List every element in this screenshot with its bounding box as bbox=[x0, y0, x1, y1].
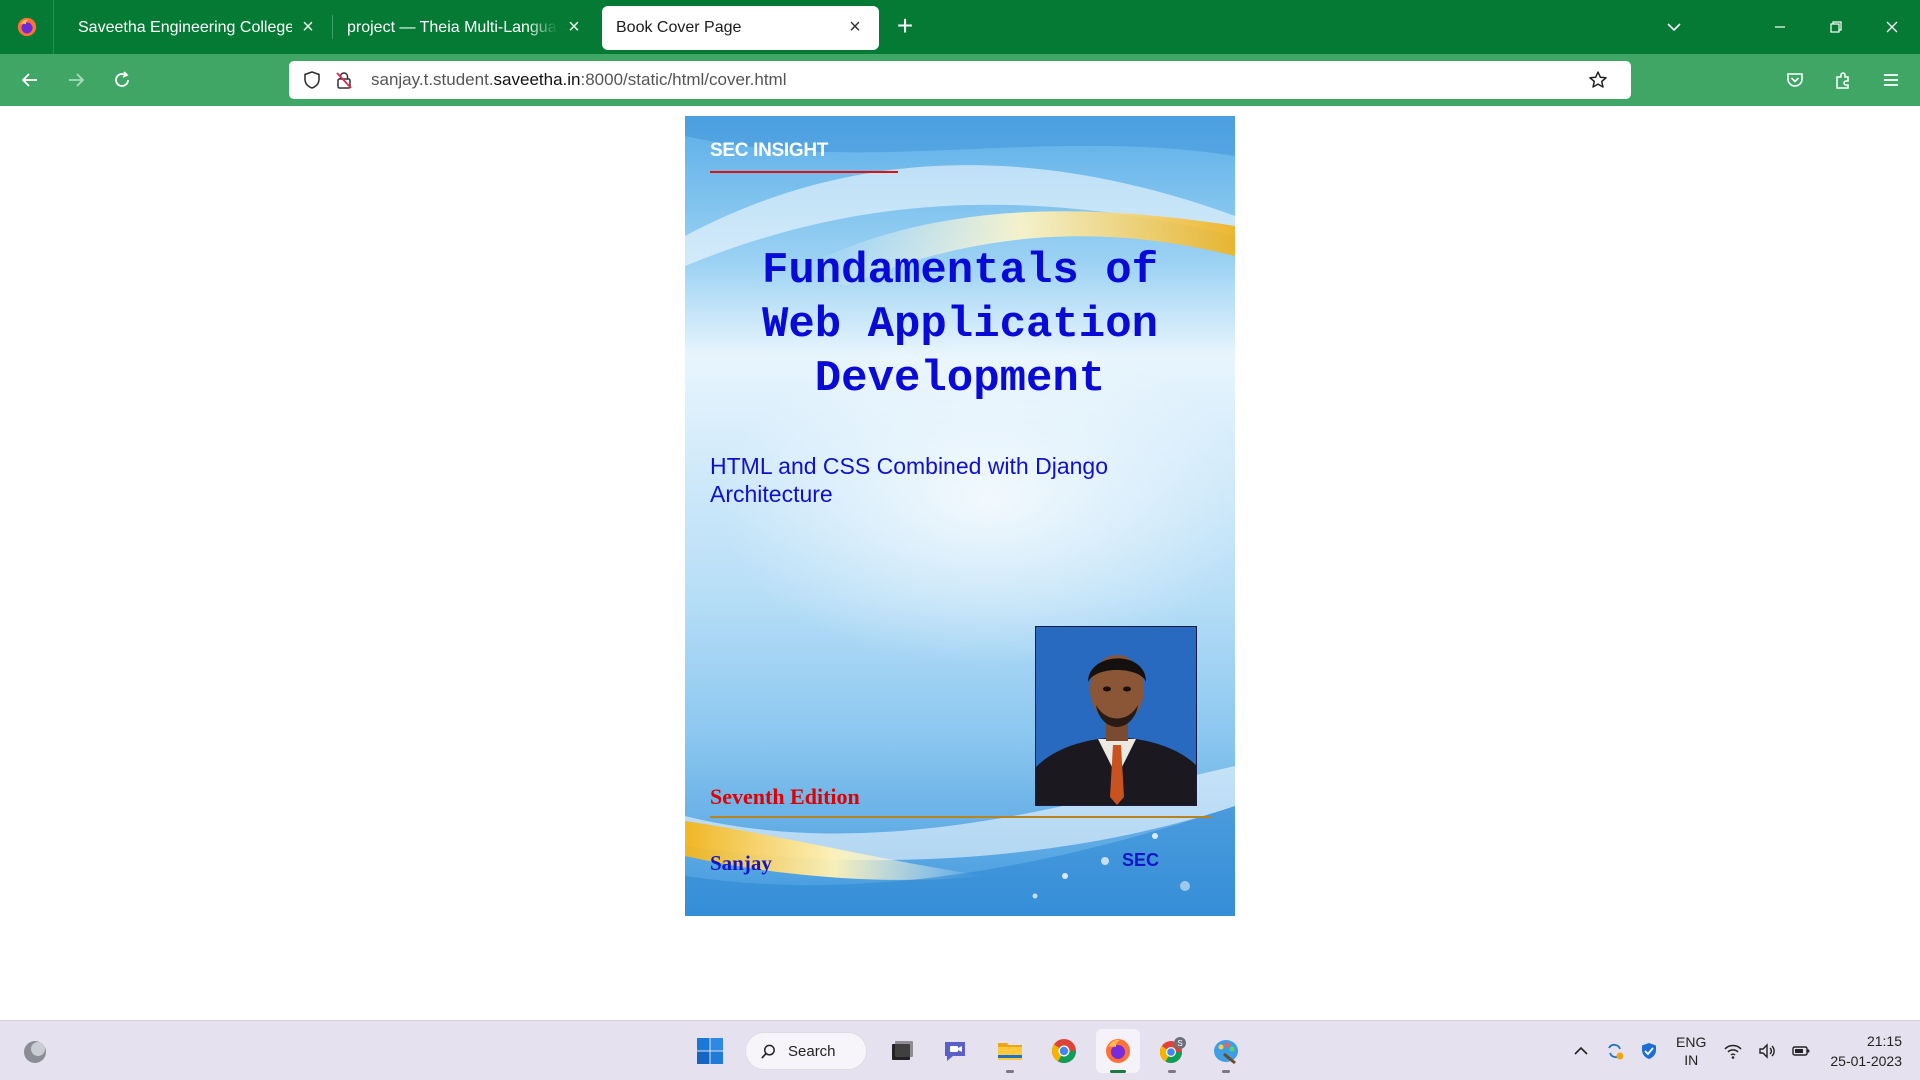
new-tab-button[interactable]: + bbox=[885, 7, 925, 47]
book-title: Fundamentals of Web Application Developm… bbox=[685, 244, 1235, 406]
profile-badge-letter: S bbox=[1177, 1039, 1182, 1048]
url-text[interactable]: sanjay.t.student.saveetha.in:8000/static… bbox=[371, 70, 786, 90]
windows-start-icon[interactable] bbox=[688, 1029, 732, 1073]
search-icon bbox=[761, 1044, 775, 1059]
chrome-icon[interactable] bbox=[1042, 1029, 1086, 1073]
chevron-up-icon[interactable] bbox=[1566, 1036, 1596, 1066]
wifi-icon[interactable] bbox=[1718, 1036, 1748, 1066]
extensions-puzzle-icon[interactable] bbox=[1820, 60, 1866, 100]
back-arrow-icon[interactable] bbox=[8, 60, 52, 100]
task-view-icon[interactable] bbox=[880, 1029, 924, 1073]
language-code: ENG bbox=[1676, 1034, 1707, 1050]
close-icon[interactable]: × bbox=[564, 17, 584, 38]
file-explorer-icon[interactable] bbox=[988, 1029, 1032, 1073]
book-cover: SEC INSIGHT Fundamentals of Web Applicat… bbox=[685, 116, 1235, 916]
battery-icon[interactable] bbox=[1786, 1036, 1816, 1066]
tracking-shield-icon[interactable] bbox=[301, 69, 323, 91]
close-icon[interactable]: × bbox=[845, 17, 865, 38]
running-indicator bbox=[1110, 1070, 1126, 1073]
reload-icon[interactable] bbox=[100, 60, 144, 100]
brand-underline bbox=[710, 171, 898, 173]
tab-label: Book Cover Page bbox=[616, 19, 742, 36]
close-window-icon[interactable] bbox=[1864, 0, 1920, 54]
book-title-line: Development bbox=[814, 354, 1106, 404]
url-suffix: :8000/static/html/cover.html bbox=[580, 70, 787, 89]
paint-app-icon[interactable] bbox=[1204, 1029, 1248, 1073]
running-indicator bbox=[1006, 1070, 1014, 1073]
list-all-tabs-icon[interactable] bbox=[1646, 0, 1702, 54]
security-shield-icon[interactable] bbox=[1634, 1036, 1664, 1066]
taskbar-search[interactable]: Search bbox=[745, 1032, 867, 1070]
system-tray: ENG IN 21:15 25-01-2023 bbox=[1564, 1021, 1920, 1080]
navigation-toolbar: sanjay.t.student.saveetha.in:8000/static… bbox=[0, 54, 1920, 106]
edition-divider bbox=[710, 816, 1212, 818]
language-indicator[interactable]: ENG IN bbox=[1676, 1033, 1706, 1069]
book-subtitle: HTML and CSS Combined with Django Archit… bbox=[710, 453, 1108, 507]
tab-saveetha[interactable]: Saveetha Engineering College × bbox=[64, 6, 332, 50]
weather-widget-icon[interactable] bbox=[20, 1037, 50, 1067]
url-domain: saveetha.in bbox=[493, 70, 581, 89]
clock-time: 21:15 bbox=[1866, 1033, 1902, 1049]
clock-date: 25-01-2023 bbox=[1830, 1053, 1902, 1069]
publisher-name: SEC bbox=[1122, 850, 1160, 870]
tab-label: project — Theia Multi-Language Explorer bbox=[347, 19, 558, 36]
minimize-icon[interactable] bbox=[1752, 0, 1808, 54]
hamburger-menu-icon[interactable] bbox=[1868, 60, 1914, 100]
bookmark-star-icon[interactable] bbox=[1587, 69, 1609, 91]
firefox-icon[interactable] bbox=[1096, 1029, 1140, 1073]
teams-chat-icon[interactable] bbox=[934, 1029, 978, 1073]
tab-theia[interactable]: project — Theia Multi-Language Explorer … bbox=[333, 6, 598, 50]
insecure-lock-icon[interactable] bbox=[333, 69, 355, 91]
book-title-line: Fundamentals of bbox=[761, 246, 1159, 296]
forward-arrow-icon[interactable] bbox=[54, 60, 98, 100]
author-photo bbox=[1035, 626, 1197, 806]
close-icon[interactable]: × bbox=[298, 17, 318, 38]
book-title-line: Web Application bbox=[761, 300, 1159, 350]
author-name: Sanjay bbox=[710, 851, 772, 875]
chrome-profile-icon[interactable]: S bbox=[1150, 1029, 1194, 1073]
volume-icon[interactable] bbox=[1752, 1036, 1782, 1066]
tab-strip: Saveetha Engineering College × project —… bbox=[0, 0, 1920, 54]
tab-book-cover[interactable]: Book Cover Page × bbox=[602, 6, 879, 50]
language-region: IN bbox=[1684, 1052, 1699, 1068]
restore-icon[interactable] bbox=[1808, 0, 1864, 54]
url-prefix: sanjay.t.student. bbox=[371, 70, 494, 89]
tab-label: Saveetha Engineering College bbox=[78, 19, 292, 36]
address-bar[interactable]: sanjay.t.student.saveetha.in:8000/static… bbox=[289, 61, 1631, 99]
pocket-icon[interactable] bbox=[1772, 60, 1818, 100]
running-indicator bbox=[1168, 1070, 1176, 1073]
running-indicator bbox=[1222, 1070, 1230, 1073]
system-clock[interactable]: 21:15 25-01-2023 bbox=[1830, 1031, 1902, 1071]
windows-taskbar: Search S ENG IN 21:15 25-01-2023 bbox=[0, 1020, 1920, 1080]
brand-name: SEC INSIGHT bbox=[710, 140, 829, 161]
sync-icon[interactable] bbox=[1600, 1036, 1630, 1066]
taskbar-search-label: Search bbox=[788, 1042, 836, 1060]
firefox-menu-icon[interactable] bbox=[0, 0, 54, 54]
edition-label: Seventh Edition bbox=[710, 784, 860, 809]
